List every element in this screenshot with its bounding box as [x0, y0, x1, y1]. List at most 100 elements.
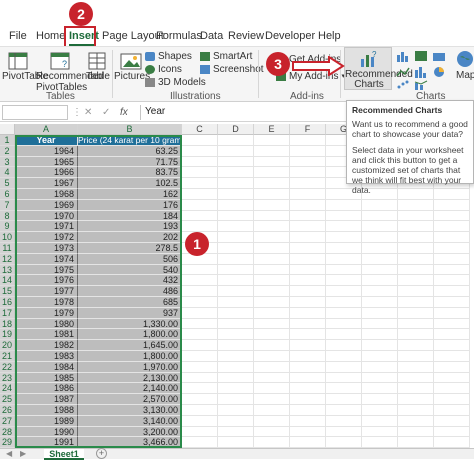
- empty-cell[interactable]: [434, 394, 470, 405]
- empty-cell[interactable]: [326, 437, 362, 449]
- price-cell[interactable]: 1,645.00: [78, 340, 182, 351]
- year-cell[interactable]: 1976: [15, 275, 78, 287]
- year-cell[interactable]: 1970: [15, 210, 78, 222]
- empty-cell[interactable]: [434, 232, 470, 243]
- row-header[interactable]: 13: [0, 264, 15, 276]
- empty-cell[interactable]: [326, 286, 362, 297]
- empty-cell[interactable]: [398, 210, 434, 222]
- tab-formulas[interactable]: Formulas: [156, 30, 202, 46]
- year-cell[interactable]: 1966: [15, 167, 78, 179]
- empty-cell[interactable]: [326, 253, 362, 265]
- empty-cell[interactable]: [254, 307, 290, 319]
- empty-cell[interactable]: [254, 135, 290, 146]
- row-header[interactable]: 23: [0, 372, 15, 384]
- empty-cell[interactable]: [398, 415, 434, 427]
- empty-cell[interactable]: [434, 340, 470, 351]
- row-header[interactable]: 15: [0, 286, 15, 297]
- empty-cell[interactable]: [290, 167, 326, 179]
- row-header[interactable]: 22: [0, 361, 15, 373]
- empty-cell[interactable]: [362, 307, 398, 319]
- formula-input[interactable]: Year: [140, 105, 340, 120]
- empty-cell[interactable]: [290, 232, 326, 243]
- price-cell[interactable]: 2,130.00: [78, 372, 182, 384]
- empty-cell[interactable]: [290, 415, 326, 427]
- empty-cell[interactable]: [182, 318, 218, 330]
- empty-cell[interactable]: [290, 329, 326, 341]
- empty-cell[interactable]: [218, 286, 254, 297]
- price-cell[interactable]: 176: [78, 199, 182, 211]
- year-cell[interactable]: 1971: [15, 221, 78, 233]
- next-sheet-icon[interactable]: ▶: [20, 449, 26, 458]
- empty-cell[interactable]: [254, 253, 290, 265]
- empty-cell[interactable]: [254, 199, 290, 211]
- empty-cell[interactable]: [290, 361, 326, 373]
- row-header[interactable]: 1: [0, 135, 15, 146]
- price-cell[interactable]: 540: [78, 264, 182, 276]
- empty-cell[interactable]: [434, 297, 470, 308]
- fx-icon[interactable]: fx: [120, 107, 128, 118]
- empty-cell[interactable]: [290, 264, 326, 276]
- empty-cell[interactable]: [218, 178, 254, 189]
- row-header[interactable]: 21: [0, 351, 15, 362]
- empty-cell[interactable]: [290, 275, 326, 287]
- empty-cell[interactable]: [290, 135, 326, 146]
- empty-cell[interactable]: [254, 275, 290, 287]
- empty-cell[interactable]: [290, 189, 326, 200]
- empty-cell[interactable]: [362, 318, 398, 330]
- empty-cell[interactable]: [254, 372, 290, 384]
- empty-cell[interactable]: [218, 253, 254, 265]
- price-cell[interactable]: 486: [78, 286, 182, 297]
- column-header-e[interactable]: E: [254, 124, 290, 135]
- empty-cell[interactable]: [290, 318, 326, 330]
- empty-cell[interactable]: [398, 253, 434, 265]
- empty-cell[interactable]: [290, 340, 326, 351]
- empty-cell[interactable]: [182, 340, 218, 351]
- pivotchart-icon[interactable]: [432, 50, 446, 62]
- empty-cell[interactable]: [434, 264, 470, 276]
- year-cell[interactable]: 1985: [15, 372, 78, 384]
- price-cell[interactable]: 3,466.00: [78, 437, 182, 449]
- row-header[interactable]: 4: [0, 167, 15, 179]
- column-header-b[interactable]: B: [78, 124, 182, 135]
- tab-help[interactable]: Help: [318, 30, 341, 46]
- row-header[interactable]: 3: [0, 156, 15, 168]
- empty-cell[interactable]: [326, 405, 362, 416]
- empty-cell[interactable]: [290, 221, 326, 233]
- empty-cell[interactable]: [362, 329, 398, 341]
- empty-cell[interactable]: [362, 275, 398, 287]
- empty-cell[interactable]: [254, 264, 290, 276]
- select-all-corner[interactable]: [0, 124, 15, 135]
- year-cell[interactable]: 1979: [15, 307, 78, 319]
- empty-cell[interactable]: [218, 232, 254, 243]
- empty-cell[interactable]: [398, 232, 434, 243]
- empty-cell[interactable]: [254, 318, 290, 330]
- row-header[interactable]: 20: [0, 340, 15, 351]
- empty-cell[interactable]: [218, 415, 254, 427]
- empty-cell[interactable]: [290, 372, 326, 384]
- empty-cell[interactable]: [290, 286, 326, 297]
- empty-cell[interactable]: [434, 275, 470, 287]
- empty-cell[interactable]: [182, 426, 218, 438]
- line-chart-icon[interactable]: [396, 66, 410, 78]
- row-header[interactable]: 11: [0, 243, 15, 254]
- empty-cell[interactable]: [182, 437, 218, 449]
- empty-cell[interactable]: [182, 415, 218, 427]
- tab-home[interactable]: Home: [36, 30, 65, 46]
- empty-cell[interactable]: [290, 178, 326, 189]
- row-header[interactable]: 25: [0, 394, 15, 405]
- empty-cell[interactable]: [218, 297, 254, 308]
- price-cell[interactable]: 202: [78, 232, 182, 243]
- year-cell[interactable]: 1983: [15, 351, 78, 362]
- price-cell[interactable]: 3,130.00: [78, 405, 182, 416]
- empty-cell[interactable]: [290, 199, 326, 211]
- empty-cell[interactable]: [182, 329, 218, 341]
- empty-cell[interactable]: [326, 340, 362, 351]
- empty-cell[interactable]: [290, 394, 326, 405]
- price-cell[interactable]: 184: [78, 210, 182, 222]
- empty-cell[interactable]: [182, 275, 218, 287]
- price-cell[interactable]: 2,570.00: [78, 394, 182, 405]
- price-cell[interactable]: 2,140.00: [78, 383, 182, 395]
- row-header[interactable]: 6: [0, 189, 15, 200]
- empty-cell[interactable]: [362, 394, 398, 405]
- empty-cell[interactable]: [434, 405, 470, 416]
